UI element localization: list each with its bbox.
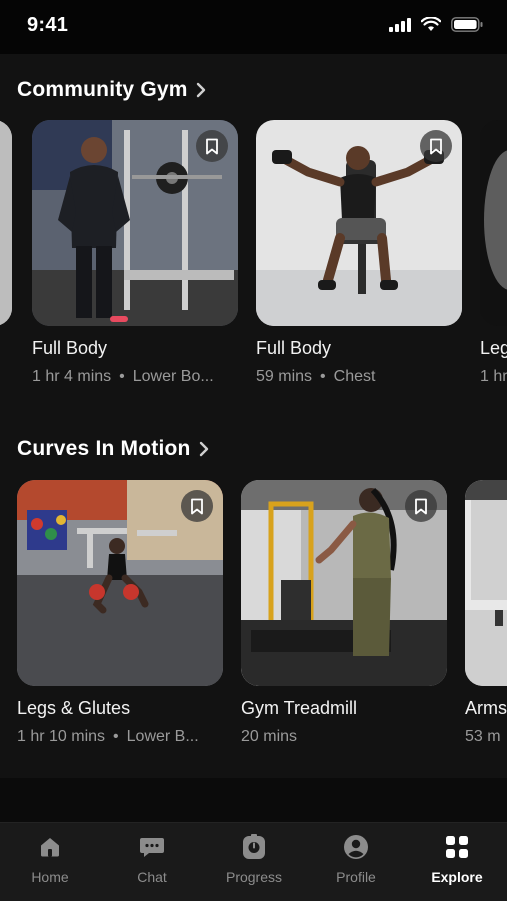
workout-meta: 1 hr 4 mins • Lower Bo... <box>32 368 242 386</box>
workout-card[interactable]: Full Body 59 mins • Chest <box>256 120 462 386</box>
workout-thumbnail <box>0 120 12 326</box>
workout-duration: 1 hr <box>480 368 507 385</box>
workout-meta: 53 m <box>465 728 507 746</box>
tab-home[interactable]: Home <box>5 833 95 885</box>
tab-label: Explore <box>431 869 483 885</box>
section-header-curves-in-motion[interactable]: Curves In Motion <box>17 437 209 461</box>
tab-bar: Home Chat Progress Profile Explore <box>0 822 507 901</box>
workout-title: Leg <box>480 338 507 358</box>
meta-separator: • <box>320 368 326 385</box>
progress-icon <box>209 833 299 861</box>
workout-title: Legs & Glutes <box>17 698 131 718</box>
workout-thumbnail <box>17 480 223 686</box>
workout-meta: 1 hr 10 mins • Lower B... <box>17 728 227 746</box>
grid-icon <box>412 833 502 861</box>
workout-tag: Lower B... <box>126 728 199 745</box>
workout-thumbnail <box>32 120 238 326</box>
section-header-community-gym[interactable]: Community Gym <box>17 78 206 102</box>
meta-separator: • <box>119 368 125 385</box>
tab-label: Home <box>31 869 69 885</box>
workout-tag: Lower Bo... <box>132 368 214 385</box>
tab-label: Progress <box>225 869 283 885</box>
workout-thumbnail <box>241 480 447 686</box>
curves-in-motion-carousel[interactable]: Legs & Glutes 1 hr 10 mins • Lower B... <box>0 480 507 750</box>
section-title: Community Gym <box>17 78 188 101</box>
workout-card[interactable]: Leg 1 hr <box>480 120 507 386</box>
workout-thumbnail <box>256 120 462 326</box>
status-icons <box>389 16 483 37</box>
workout-thumbnail <box>465 480 507 686</box>
section-title: Curves In Motion <box>17 437 191 460</box>
explore-content: Community Gym Full Body 1 hr 4 mins • Lo… <box>0 54 507 778</box>
bookmark-icon <box>206 138 218 154</box>
status-bar: 9:41 <box>0 0 507 54</box>
workout-duration: 53 m <box>465 728 501 745</box>
workout-duration: 1 hr 4 mins <box>32 368 112 385</box>
bookmark-icon <box>191 498 203 514</box>
tab-progress[interactable]: Progress <box>209 833 299 885</box>
chevron-right-icon <box>199 441 209 457</box>
chevron-right-icon <box>196 82 206 98</box>
bookmark-button[interactable] <box>420 130 452 162</box>
workout-title: Gym Treadmill <box>241 698 358 718</box>
workout-tag: Chest <box>333 368 376 385</box>
community-gym-carousel[interactable]: Full Body 1 hr 4 mins • Lower Bo... Full… <box>0 120 507 390</box>
bookmark-icon <box>415 498 427 514</box>
workout-card[interactable]: Full Body 1 hr 4 mins • Lower Bo... <box>32 120 238 386</box>
status-time: 9:41 <box>27 14 69 36</box>
bookmark-button[interactable] <box>405 490 437 522</box>
workout-meta: 1 hr <box>480 368 507 386</box>
home-icon <box>5 833 95 861</box>
workout-meta: 59 mins • Chest <box>256 368 466 386</box>
tab-label: Chat <box>137 869 167 885</box>
workout-title: Arms <box>465 698 507 718</box>
tab-chat[interactable]: Chat <box>107 833 197 885</box>
workout-card[interactable]: Legs & Glutes 1 hr 10 mins • Lower B... <box>17 480 223 746</box>
workout-duration: 59 mins <box>256 368 313 385</box>
wifi-icon <box>420 16 442 37</box>
workout-title: Full Body <box>256 338 332 358</box>
workout-thumbnail <box>480 120 507 326</box>
tab-explore[interactable]: Explore <box>412 833 502 885</box>
tab-profile[interactable]: Profile <box>311 833 401 885</box>
content-spacer <box>0 778 507 822</box>
bookmark-button[interactable] <box>196 130 228 162</box>
workout-meta: 20 mins <box>241 728 451 746</box>
workout-duration: 20 mins <box>241 728 298 745</box>
chat-icon <box>107 833 197 861</box>
signal-icon <box>389 17 411 37</box>
battery-icon <box>451 17 483 37</box>
workout-duration: 1 hr 10 mins <box>17 728 106 745</box>
workout-card[interactable]: Gym Treadmill 20 mins <box>241 480 447 746</box>
bookmark-icon <box>430 138 442 154</box>
workout-card[interactable] <box>0 120 12 326</box>
workout-title: Full Body <box>32 338 108 358</box>
bookmark-button[interactable] <box>181 490 213 522</box>
meta-separator: • <box>113 728 119 745</box>
workout-card[interactable]: Arms 53 m <box>465 480 507 746</box>
profile-icon <box>311 833 401 861</box>
tab-label: Profile <box>336 869 376 885</box>
